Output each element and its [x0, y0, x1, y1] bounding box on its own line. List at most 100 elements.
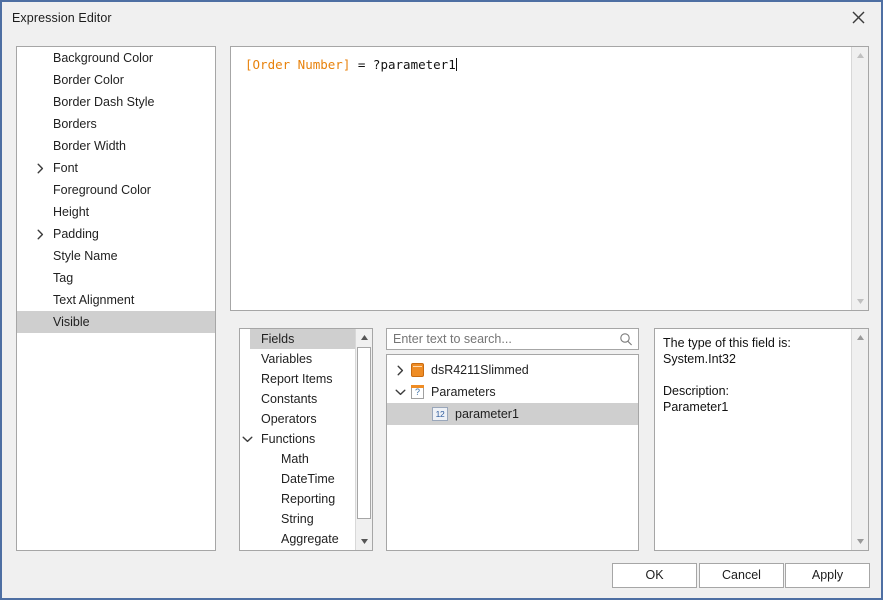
category-row-reporting[interactable]: Reporting — [250, 489, 357, 509]
category-row-fields[interactable]: Fields — [250, 329, 357, 349]
property-label: Border Color — [53, 73, 124, 87]
category-row-constants[interactable]: Constants — [250, 389, 357, 409]
property-row-visible[interactable]: Visible — [17, 311, 215, 333]
close-icon — [852, 11, 865, 23]
category-row-variables[interactable]: Variables — [250, 349, 357, 369]
search-input[interactable] — [393, 329, 608, 349]
expression-editor-dialog: Expression Editor Background Color Border… — [0, 0, 883, 600]
chevron-down-icon — [242, 436, 253, 442]
chevron-down-icon — [395, 389, 406, 395]
category-label: Reporting — [281, 492, 336, 506]
tree-node-dsr4211slimmed[interactable]: dsR4211Slimmed — [387, 359, 638, 381]
tree-expander[interactable] — [393, 359, 407, 381]
triangle-down-icon — [856, 299, 864, 304]
category-scroll-down-button[interactable] — [356, 533, 372, 550]
property-row-border-width[interactable]: Border Width — [17, 135, 215, 157]
category-label: String — [281, 512, 314, 526]
category-row-math[interactable]: Math — [250, 449, 357, 469]
property-row-border-dash-style[interactable]: Border Dash Style — [17, 91, 215, 113]
property-row-background-color[interactable]: Background Color — [17, 47, 215, 69]
expression-editor[interactable]: [Order Number] = ?parameter1 — [230, 46, 869, 311]
category-row-string[interactable]: String — [250, 509, 357, 529]
property-row-font[interactable]: Font — [17, 157, 215, 179]
property-label: Borders — [53, 117, 97, 131]
property-label: Border Width — [53, 139, 126, 153]
ok-button[interactable]: OK — [612, 563, 697, 588]
description-scrollbar[interactable] — [851, 329, 868, 550]
category-label: DateTime — [281, 472, 335, 486]
category-row-functions[interactable]: Functions — [242, 429, 357, 449]
category-row-operators[interactable]: Operators — [250, 409, 357, 429]
category-label: Aggregate — [281, 532, 339, 546]
scroll-up-button[interactable] — [852, 47, 868, 64]
tree-node-label: Parameters — [431, 385, 496, 399]
integer-field-icon: 12 — [432, 407, 448, 421]
property-row-text-alignment[interactable]: Text Alignment — [17, 289, 215, 311]
title-bar: Expression Editor — [2, 2, 881, 34]
chevron-right-icon — [397, 365, 403, 376]
tree-rows: dsR4211Slimmed? Parameters 12 parameter1 — [387, 359, 638, 425]
tree-node-parameters[interactable]: ? Parameters — [387, 381, 638, 403]
field-tree[interactable]: dsR4211Slimmed? Parameters 12 parameter1 — [386, 354, 639, 551]
search-box[interactable] — [386, 328, 639, 350]
property-expander[interactable] — [37, 157, 44, 179]
triangle-up-icon — [856, 53, 864, 58]
property-label: Style Name — [53, 249, 118, 263]
description-scroll-down-button[interactable] — [852, 533, 868, 550]
category-expander[interactable] — [242, 429, 253, 449]
property-row-height[interactable]: Height — [17, 201, 215, 223]
apply-button[interactable]: Apply — [785, 563, 870, 588]
property-row-border-color[interactable]: Border Color — [17, 69, 215, 91]
chevron-right-icon — [37, 163, 44, 174]
text-caret — [455, 58, 457, 71]
property-label: Text Alignment — [53, 293, 135, 307]
tree-node-label: parameter1 — [455, 407, 519, 421]
property-label: Padding — [53, 227, 99, 241]
property-row-foreground-color[interactable]: Foreground Color — [17, 179, 215, 201]
scroll-down-button[interactable] — [852, 293, 868, 310]
category-scroll-up-button[interactable] — [356, 329, 372, 346]
category-scrollbar[interactable] — [355, 329, 372, 550]
description-scroll-up-button[interactable] — [852, 329, 868, 346]
dataset-icon — [411, 363, 424, 377]
description-panel: The type of this field is: System.Int32 … — [654, 328, 869, 551]
property-label: Foreground Color — [53, 183, 151, 197]
property-row-tag[interactable]: Tag — [17, 267, 215, 289]
property-label: Background Color — [53, 51, 154, 65]
properties-list[interactable]: Background Color Border Color Border Dash … — [16, 46, 216, 551]
tree-node-parameter1[interactable]: 12 parameter1 — [387, 403, 638, 425]
expression-scrollbar[interactable] — [851, 47, 868, 310]
category-row-aggregate[interactable]: Aggregate — [250, 529, 357, 549]
description-text: The type of this field is: System.Int32 … — [663, 336, 791, 414]
triangle-up-icon — [856, 335, 864, 340]
property-expander[interactable] — [37, 223, 44, 245]
category-scroll-thumb[interactable] — [357, 347, 371, 519]
cancel-button[interactable]: Cancel — [699, 563, 784, 588]
property-label: Border Dash Style — [53, 95, 155, 109]
property-row-padding[interactable]: Padding — [17, 223, 215, 245]
category-label: Functions — [261, 432, 316, 446]
property-label: Visible — [53, 315, 90, 329]
parameters-icon: ? — [411, 385, 424, 399]
window-title: Expression Editor — [12, 11, 112, 25]
property-row-borders[interactable]: Borders — [17, 113, 215, 135]
property-row-style-name[interactable]: Style Name — [17, 245, 215, 267]
category-row-report-items[interactable]: Report Items — [250, 369, 357, 389]
close-button[interactable] — [836, 2, 881, 32]
category-label: Report Items — [261, 372, 333, 386]
property-label: Font — [53, 161, 79, 175]
category-label: Math — [281, 452, 309, 466]
category-label: Variables — [261, 352, 313, 366]
tree-expander[interactable] — [393, 381, 407, 403]
category-label: Operators — [261, 412, 317, 426]
category-list[interactable]: Fields Variables Report Items Constants Oper… — [239, 328, 373, 551]
triangle-down-icon — [360, 539, 368, 544]
category-rows: Fields Variables Report Items Constants Oper… — [240, 329, 372, 549]
chevron-right-icon — [37, 229, 44, 240]
search-icon — [619, 332, 633, 351]
triangle-up-icon — [360, 335, 368, 340]
tree-node-label: dsR4211Slimmed — [431, 363, 529, 377]
category-row-datetime[interactable]: DateTime — [250, 469, 357, 489]
category-label: Fields — [261, 332, 295, 346]
expression-rest-token: = ?parameter1 — [350, 57, 456, 72]
